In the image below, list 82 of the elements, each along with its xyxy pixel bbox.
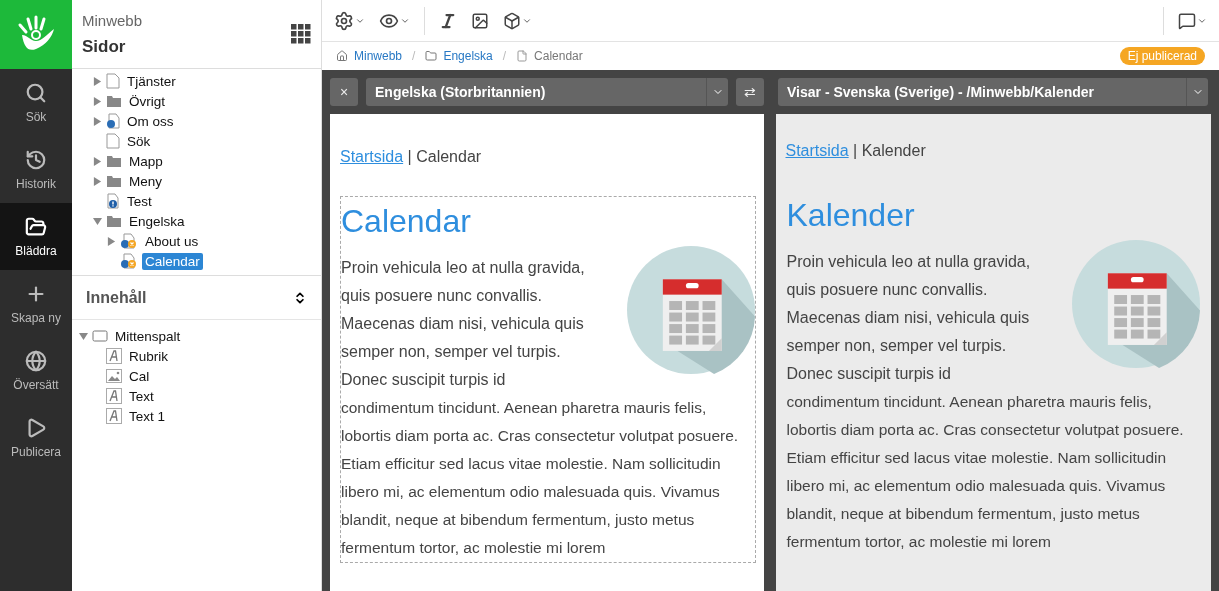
tree-item[interactable]: Calendar [142,252,203,270]
block-menu-button[interactable] [503,11,532,30]
tree-item[interactable]: Om oss [124,112,177,130]
history-icon [25,148,47,171]
site-name: Minwebb [82,11,143,29]
tree-item[interactable]: Rubrik [126,347,171,365]
folder-icon [425,50,438,62]
page-paragraph: Proin vehicula leo at nulla gravida, quis posuere nunc convallis. Maecenas diam nisi, vehicula quis semper non, semper vel turpis. Donec suscipit turpis id [786,252,1032,384]
search-icon [25,81,47,104]
tree-item[interactable]: Text [126,387,157,405]
breadcrumb-link[interactable]: Calendar [534,49,583,63]
settings-menu-button[interactable] [334,10,365,31]
tree-item[interactable]: Engelska [126,212,188,230]
tree-item[interactable]: About us [142,232,202,250]
image-element-icon [106,369,122,383]
breadcrumb-separator: / [412,49,416,63]
tree-item[interactable]: Test [124,192,155,210]
sidebar-title: Sidor [82,36,127,57]
tree-toggle-icon[interactable] [78,331,88,341]
rail-item[interactable]: Historik [0,136,72,203]
tree-item[interactable]: Mittenspalt [112,327,184,345]
page-heading: Kalender [786,197,916,234]
file-icon [516,50,529,62]
page-heading: Calendar [341,203,472,240]
folder-icon [106,214,122,228]
tree-toggle-icon[interactable] [92,96,102,106]
rail-item[interactable]: Skapa ny [0,270,72,337]
play-icon [25,416,47,439]
section-title: Innehåll [86,288,147,307]
home-icon [336,50,348,62]
folder-icon [106,94,122,108]
view-select[interactable]: Visar - Svenska (Sverige) - /Minwebb/Kalender [778,78,1208,106]
status-badge: Ej publicerad [1119,47,1205,65]
image-button[interactable] [471,11,489,30]
globe-icon [25,349,47,372]
page-icon [106,73,120,89]
breadcrumb-separator: / [502,49,507,63]
tree-item[interactable]: Meny [126,172,165,190]
tree-toggle-icon[interactable] [92,76,102,86]
rail-item[interactable]: Bläddra [0,203,72,270]
text-element-icon [106,348,122,364]
translation-page-icon [120,253,138,269]
folder-icon [25,215,47,238]
text-element-icon [106,388,122,404]
tree-toggle-icon[interactable] [92,216,102,226]
text-element-icon [106,408,122,424]
area-icon [92,330,108,342]
rail-item[interactable]: Översätt [0,337,72,404]
tree-toggle-icon[interactable] [92,116,102,126]
home-link[interactable]: Startsida [340,148,404,165]
page-icon [106,133,120,149]
tree-item[interactable]: Text 1 [126,407,169,425]
page-breadcrumb: Startsida | Calendar [340,148,483,166]
page-breadcrumb: Startsida | Kalender [785,142,927,160]
swap-button[interactable]: ⇄ [736,78,764,106]
page-paragraph: Proin vehicula leo at nulla gravida, quis posuere nunc convallis. Maecenas diam nisi, vehicula quis semper non, semper vel turpis. Donec suscipit turpis id [341,258,586,390]
info-page-icon [106,193,120,209]
comments-menu-button[interactable] [1178,11,1207,30]
folder-icon [106,174,122,188]
apps-grid-icon[interactable] [291,24,311,44]
page-paragraph: condimentum tincidunt. Aenean pharetra mauris felis, lobortis diam porta ac. Cras consectetur volutpat posuere. Etiam efficitur sed lacus vitae molestie. Nam sollicitudin libero mi, ac elementum odio malesuada quis. Vivamus blandit, neque at bibendum fermentum, justo metus fermentum tortor, ac molestie mi lorem [786,392,1185,552]
globe-page-icon [106,113,120,129]
translation-page-icon [120,233,138,249]
logo[interactable] [0,0,72,69]
language-select[interactable]: Engelska (Storbritannien) [366,78,728,106]
tree-item[interactable]: Övrigt [126,92,168,110]
close-button[interactable]: × [330,78,358,106]
breadcrumb-link[interactable]: Minwebb [354,49,403,63]
tree-item[interactable]: Sök [124,132,154,150]
text-button[interactable] [439,11,457,30]
tree-toggle-icon[interactable] [92,156,102,166]
tree-item[interactable]: Mapp [126,152,166,170]
tree-item[interactable]: Tjänster [124,72,179,90]
tree-toggle-icon[interactable] [92,176,102,186]
page-paragraph: condimentum tincidunt. Aenean pharetra mauris felis, lobortis diam porta ac. Cras consectetur volutpat posuere. Etiam efficitur sed lacus vitae molestie. Nam sollicitudin libero mi, ac elementum odio malesuada quis. Vivamus blandit, neque at bibendum fermentum, justo metus fermentum tortor, ac molestie mi lorem [341,398,740,558]
rail-item[interactable]: Sök [0,69,72,136]
tree-toggle-icon[interactable] [106,236,116,246]
sort-icon[interactable] [293,290,307,305]
folder-icon [106,154,122,168]
tree-item[interactable]: Cal [126,367,153,385]
rail-item[interactable]: Publicera [0,404,72,471]
breadcrumb-link[interactable]: Engelska [443,49,493,63]
